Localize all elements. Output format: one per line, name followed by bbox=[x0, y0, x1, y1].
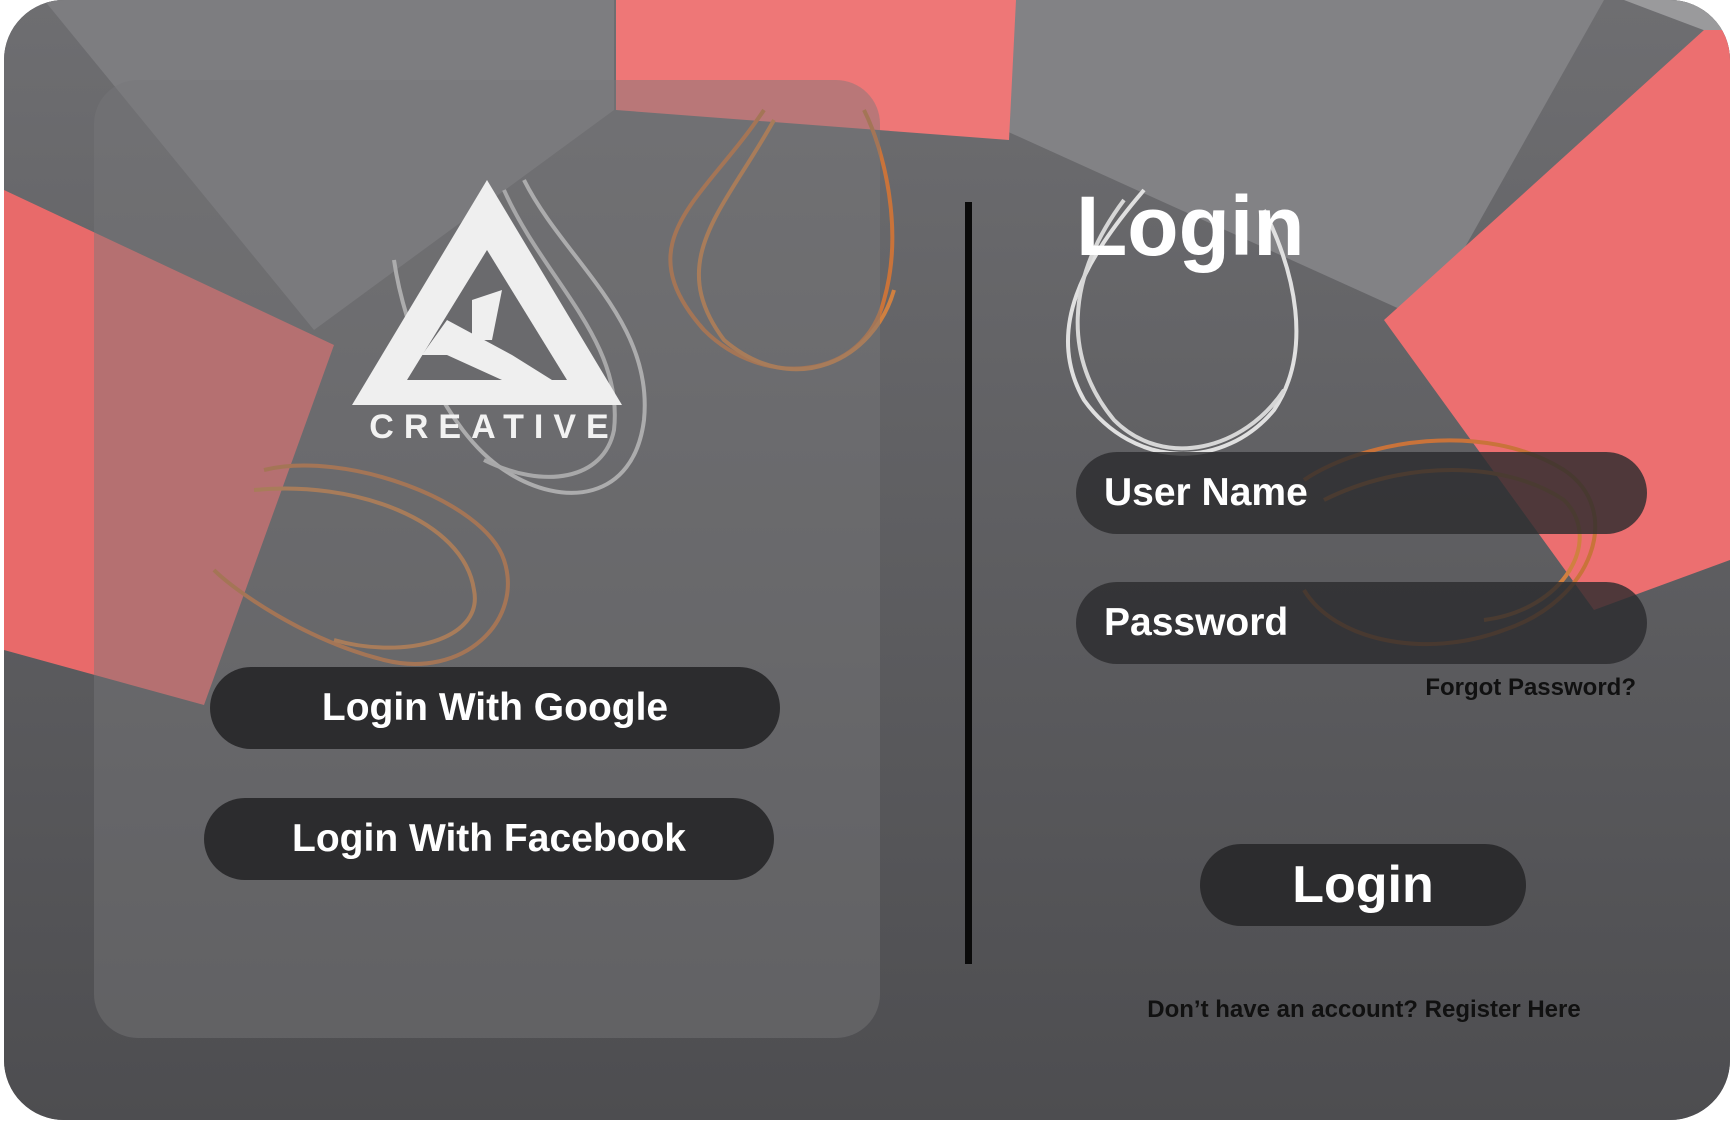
password-field[interactable]: Password bbox=[1076, 582, 1647, 664]
username-field[interactable]: User Name bbox=[1076, 452, 1647, 534]
password-placeholder: Password bbox=[1104, 601, 1289, 644]
forgot-password-link[interactable]: Forgot Password? bbox=[1425, 674, 1636, 702]
login-with-facebook-button[interactable]: Login With Facebook bbox=[204, 798, 774, 880]
login-with-google-button[interactable]: Login With Google bbox=[210, 667, 780, 749]
username-placeholder: User Name bbox=[1104, 471, 1308, 514]
login-button[interactable]: Login bbox=[1200, 844, 1526, 926]
login-card: CREATIVE Login With Google Login With Fa… bbox=[4, 0, 1730, 1120]
register-link[interactable]: Don’t have an account? Register Here bbox=[1004, 996, 1724, 1024]
vertical-divider bbox=[965, 202, 972, 964]
page-title: Login bbox=[1076, 179, 1305, 273]
brand-name: CREATIVE bbox=[369, 408, 619, 446]
